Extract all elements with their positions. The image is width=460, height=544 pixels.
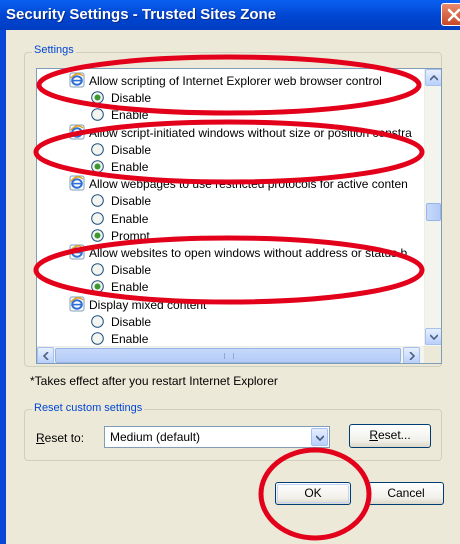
chevron-up-icon <box>430 75 438 81</box>
setting-header-label: Allow script-initiated windows without s… <box>89 125 412 140</box>
radio-option-label: Disable <box>111 263 152 278</box>
horizontal-scroll-thumb[interactable] <box>55 348 401 363</box>
reset-to-mnemonic: R <box>36 431 45 445</box>
security-settings-dialog: Security Settings - Trusted Sites Zone S… <box>0 0 460 544</box>
reset-level-dropdown-button[interactable] <box>311 428 328 446</box>
radio-button[interactable] <box>91 194 104 208</box>
radio-option-label: Enable <box>111 211 149 226</box>
reset-button-mnemonic: R <box>369 428 378 442</box>
reset-level-value: Medium (default) <box>110 430 201 444</box>
radio-button[interactable] <box>91 280 104 294</box>
radio-button[interactable] <box>91 228 104 242</box>
ok-button-label: OK <box>304 486 322 500</box>
reset-legend: Reset custom settings <box>32 402 145 414</box>
title-bar[interactable]: Security Settings - Trusted Sites Zone <box>0 0 460 30</box>
radio-option-label: Enable <box>111 108 149 123</box>
setting-header-label: Allow webpages to use restricted protoco… <box>89 177 408 192</box>
radio-button[interactable] <box>91 142 104 156</box>
scroll-corner <box>424 346 441 363</box>
chevron-down-icon <box>316 435 324 441</box>
radio-option-label: Enable <box>111 332 149 346</box>
settings-tree-content: Allow scripting of Internet Explorer web… <box>37 72 421 346</box>
horizontal-scrollbar[interactable] <box>37 346 441 363</box>
radio-button[interactable] <box>91 91 104 104</box>
window-title: Security Settings - Trusted Sites Zone <box>6 6 277 23</box>
setting-header-label: Allow websites to open windows without a… <box>89 246 408 260</box>
scroll-grip <box>224 353 234 359</box>
radio-option-label: Enable <box>111 280 149 295</box>
setting-header-label: Display mixed content <box>89 297 207 312</box>
ie-icon <box>69 175 85 191</box>
ie-icon <box>69 72 85 88</box>
close-button[interactable] <box>441 3 460 26</box>
setting-header-label: Allow scripting of Internet Explorer web… <box>89 74 382 88</box>
settings-legend: Settings <box>32 44 76 56</box>
radio-option-label: Disable <box>111 142 152 157</box>
radio-button[interactable] <box>91 332 104 345</box>
ie-icon <box>69 296 85 312</box>
settings-tree[interactable]: Allow scripting of Internet Explorer web… <box>36 68 442 364</box>
cancel-button-label: Cancel <box>387 486 425 500</box>
vertical-scrollbar[interactable] <box>424 69 441 346</box>
cancel-button[interactable]: Cancel <box>368 482 444 505</box>
radio-button[interactable] <box>91 263 104 276</box>
radio-option-label: Enable <box>111 160 149 174</box>
radio-button[interactable] <box>91 211 104 225</box>
chevron-left-icon <box>43 352 49 360</box>
chevron-down-icon <box>430 334 438 340</box>
radio-option-label: Disable <box>111 91 152 106</box>
close-icon <box>447 8 460 22</box>
radio-option-label: Disable <box>111 194 152 209</box>
chevron-right-icon <box>409 352 415 360</box>
radio-option-label: Disable <box>111 314 152 329</box>
ie-icon <box>69 244 85 260</box>
restart-note: *Takes effect after you restart Internet… <box>30 374 278 388</box>
radio-button[interactable] <box>91 314 104 328</box>
scroll-down-button[interactable] <box>425 328 441 345</box>
radio-button[interactable] <box>91 160 104 173</box>
scroll-up-button[interactable] <box>425 69 441 86</box>
scroll-left-button[interactable] <box>37 347 54 363</box>
scroll-right-button[interactable] <box>403 347 420 363</box>
vertical-scroll-thumb[interactable] <box>426 203 441 221</box>
ie-icon <box>69 124 85 140</box>
reset-level-select[interactable]: Medium (default) <box>104 426 330 448</box>
ok-button[interactable]: OK <box>275 482 351 505</box>
reset-to-label: Reset to: <box>36 431 84 445</box>
reset-to-label-text: eset to: <box>44 431 85 445</box>
radio-option-label: Prompt <box>111 228 150 243</box>
reset-button[interactable]: Reset... <box>349 424 431 448</box>
radio-button[interactable] <box>91 108 104 122</box>
reset-button-text: eset... <box>377 428 411 442</box>
